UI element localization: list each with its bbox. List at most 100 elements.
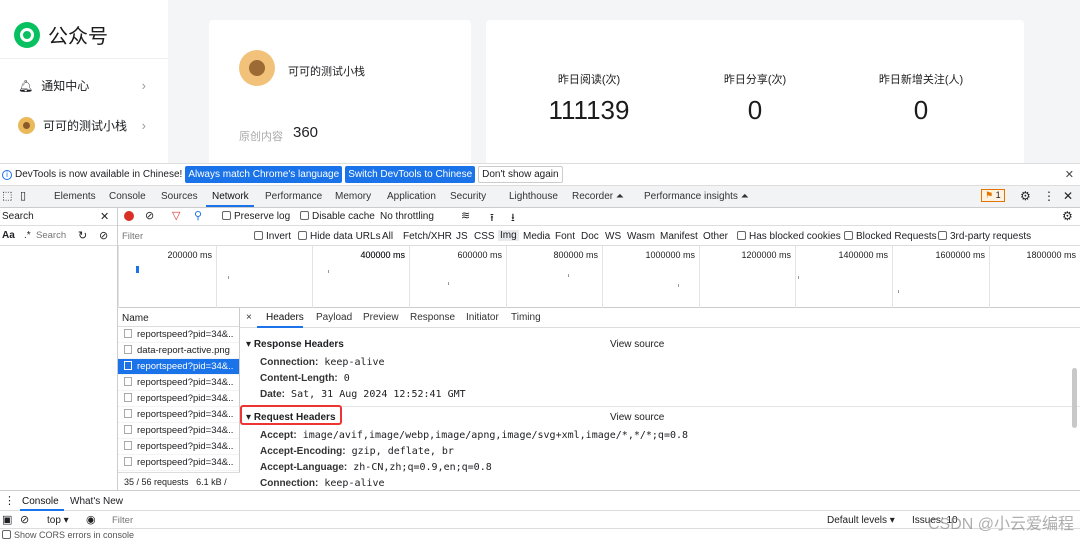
log-levels-select[interactable]: Default levels ▾ — [827, 515, 895, 526]
name-column-header[interactable]: Name — [118, 308, 239, 327]
header-line: Accept-Language: zh-CN,zh;q=0.9,en;q=0.8 — [260, 462, 492, 473]
tab-elements[interactable]: Elements — [54, 191, 96, 202]
stat-value: 0 — [747, 95, 763, 125]
list-item[interactable]: reportspeed?pid=34&.. — [118, 423, 239, 439]
sidebar-item-notifications[interactable]: 🔔︎ 通知中心 › — [18, 77, 146, 94]
type-filter-doc[interactable]: Doc — [581, 231, 599, 242]
list-item[interactable]: reportspeed?pid=34&.. — [118, 375, 239, 391]
type-filter-media[interactable]: Media — [523, 231, 550, 242]
gear-icon[interactable]: ⚙ — [1020, 189, 1031, 203]
view-source-link[interactable]: View source — [610, 339, 664, 350]
clear-icon[interactable]: ⊘ — [145, 209, 154, 222]
network-overview[interactable]: 200000 ms 400000 ms 400000 ms 600000 ms … — [118, 246, 1080, 308]
close-icon[interactable]: × — [246, 312, 252, 323]
match-language-button[interactable]: Always match Chrome's language — [185, 166, 343, 183]
tab-timing[interactable]: Timing — [511, 312, 541, 323]
tab-lighthouse[interactable]: Lighthouse — [509, 191, 558, 202]
refresh-icon[interactable]: ↻ — [78, 229, 87, 242]
search-icon[interactable]: ⚲ — [194, 209, 202, 222]
tab-sources[interactable]: Sources — [161, 191, 198, 202]
stat-label: 昨日新增关注(人) — [878, 74, 964, 86]
list-item[interactable]: reportspeed?pid=34&.. — [118, 407, 239, 423]
close-icon[interactable]: ✕ — [100, 210, 109, 223]
throttling-select[interactable]: No throttling — [380, 211, 434, 222]
wifi-icon[interactable]: ≋ — [461, 209, 470, 222]
type-filter-other[interactable]: Other — [703, 231, 728, 242]
record-icon[interactable] — [124, 211, 134, 221]
type-filter-font[interactable]: Font — [555, 231, 575, 242]
avatar[interactable] — [239, 50, 275, 86]
close-icon[interactable]: ✕ — [1065, 168, 1074, 181]
view-source-link[interactable]: View source — [610, 412, 664, 423]
tab-payload[interactable]: Payload — [316, 312, 352, 323]
eye-icon[interactable]: ◉ — [86, 513, 96, 526]
blocked-cookies-checkbox[interactable]: Has blocked cookies — [737, 231, 841, 242]
tab-preview[interactable]: Preview — [363, 312, 399, 323]
filter-input[interactable] — [122, 230, 242, 243]
type-filter-wasm[interactable]: Wasm — [627, 231, 655, 242]
inspect-icon[interactable]: ⬚ — [2, 189, 12, 202]
sidebar: 公众号 🔔︎ 通知中心 › 可可的测试小栈 › — [0, 0, 168, 163]
type-filter-js[interactable]: JS — [456, 231, 468, 242]
dont-show-button[interactable]: Don't show again — [478, 166, 563, 183]
tab-console[interactable]: Console — [22, 496, 59, 507]
blocked-requests-checkbox[interactable]: Blocked Requests — [844, 231, 937, 242]
type-filter-manifest[interactable]: Manifest — [660, 231, 698, 242]
tab-network[interactable]: Network — [212, 191, 249, 202]
cors-checkbox[interactable]: Show CORS errors in console — [2, 530, 134, 540]
tab-memory[interactable]: Memory — [335, 191, 371, 202]
type-filter-css[interactable]: CSS — [474, 231, 495, 242]
type-filter-all[interactable]: All — [382, 231, 393, 242]
device-toolbar-icon[interactable]: ▯ — [20, 189, 26, 202]
list-item[interactable]: reportspeed?pid=34&.. — [118, 391, 239, 407]
issues-badge[interactable]: ⚑ 1 — [981, 189, 1005, 202]
tab-security[interactable]: Security — [450, 191, 486, 202]
tab-initiator[interactable]: Initiator — [466, 312, 499, 323]
type-filter-ws[interactable]: WS — [605, 231, 621, 242]
tab-response[interactable]: Response — [410, 312, 455, 323]
download-icon[interactable]: ⭳ — [511, 209, 515, 228]
list-item[interactable]: data-report-active.png — [118, 343, 239, 359]
request-headers-toggle[interactable]: ▾ Request Headers — [246, 412, 336, 423]
request-list: Name reportspeed?pid=34&.. data-report-a… — [118, 308, 240, 490]
context-select[interactable]: top ▾ — [47, 515, 69, 526]
filter-icon[interactable]: ▽ — [172, 209, 180, 222]
list-item[interactable]: reportspeed?pid=34&.. — [118, 455, 239, 471]
console-filter-input[interactable] — [112, 514, 812, 526]
response-headers-toggle[interactable]: ▾ Response Headers — [246, 339, 344, 350]
gear-icon[interactable]: ⚙ — [1062, 209, 1073, 223]
clear-icon[interactable]: ⊘ — [20, 513, 29, 526]
upload-icon[interactable]: ⭱ — [490, 209, 494, 228]
request-bar — [798, 276, 799, 279]
third-party-checkbox[interactable]: 3rd-party requests — [938, 231, 1031, 242]
close-icon[interactable]: ✕ — [1063, 189, 1073, 203]
search-input[interactable] — [36, 229, 72, 242]
list-item[interactable]: reportspeed?pid=34&.. — [118, 327, 239, 343]
brand[interactable]: 公众号 — [14, 20, 108, 49]
tab-whats-new[interactable]: What's New — [70, 496, 123, 507]
preserve-log-checkbox[interactable]: Preserve log — [222, 211, 290, 222]
tab-console[interactable]: Console — [109, 191, 146, 202]
scrollbar[interactable] — [1072, 368, 1077, 428]
tab-performance[interactable]: Performance — [265, 191, 322, 202]
regex-toggle[interactable]: .* — [24, 230, 31, 241]
list-item[interactable]: reportspeed?pid=34&.. — [118, 359, 239, 375]
more-icon[interactable]: ⋮ — [4, 494, 15, 507]
match-case-toggle[interactable]: Aa — [2, 230, 15, 241]
tab-recorder[interactable]: Recorder ⏶ — [572, 191, 624, 202]
type-filter-img[interactable]: Img — [498, 230, 519, 241]
more-icon[interactable]: ⋮ — [1043, 189, 1055, 203]
type-filter-fetch[interactable]: Fetch/XHR — [403, 231, 452, 242]
sidebar-toggle-icon[interactable]: ▣ — [2, 513, 12, 526]
disable-cache-checkbox[interactable]: Disable cache — [300, 211, 375, 222]
list-item[interactable]: reportspeed?pid=34&.. — [118, 439, 239, 455]
hide-data-urls-checkbox[interactable]: Hide data URLs — [298, 231, 381, 242]
invert-checkbox[interactable]: Invert — [254, 231, 291, 242]
tab-application[interactable]: Application — [387, 191, 436, 202]
tab-headers[interactable]: Headers — [266, 312, 304, 323]
clear-icon[interactable]: ⊘ — [99, 229, 108, 242]
tab-performance-insights[interactable]: Performance insights ⏶ — [644, 191, 749, 202]
sidebar-item-account[interactable]: 可可的测试小栈 › — [18, 117, 146, 134]
switch-chinese-button[interactable]: Switch DevTools to Chinese — [345, 166, 476, 183]
file-icon — [124, 361, 132, 370]
